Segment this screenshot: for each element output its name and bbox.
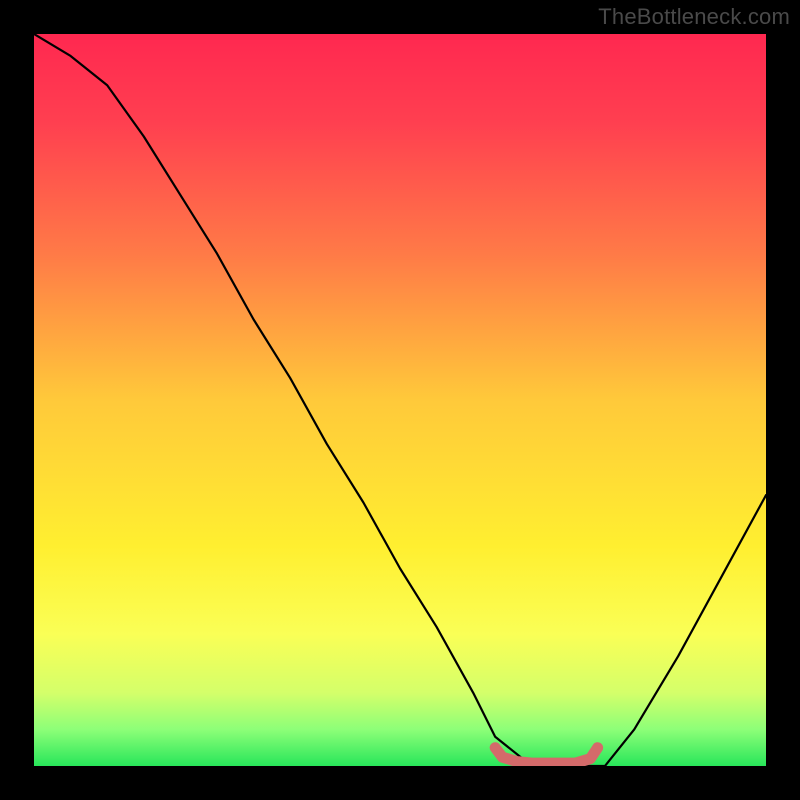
chart-svg bbox=[34, 34, 766, 766]
chart-plot-area bbox=[34, 34, 766, 766]
chart-background-gradient bbox=[34, 34, 766, 766]
watermark-text: TheBottleneck.com bbox=[598, 4, 790, 30]
